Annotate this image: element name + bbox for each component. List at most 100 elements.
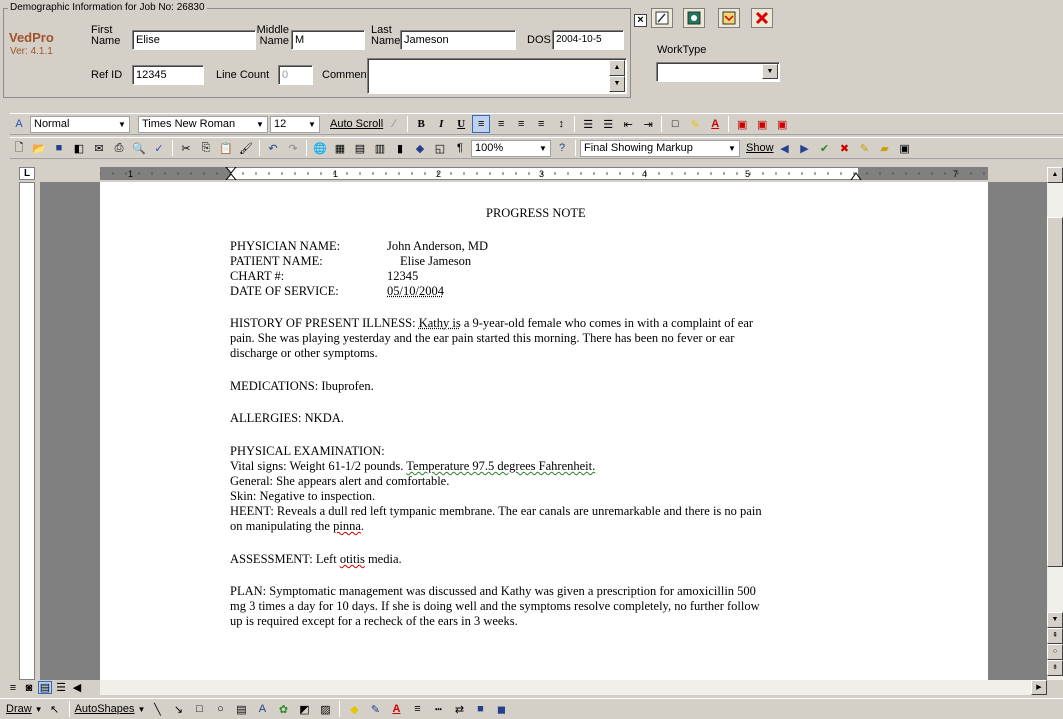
oval-icon[interactable]: ○ xyxy=(211,700,229,718)
dash-style-icon[interactable]: ┅ xyxy=(429,700,447,718)
styles-icon[interactable]: A xyxy=(10,115,28,133)
justify-icon[interactable]: ≡ xyxy=(532,115,550,133)
autoshapes-menu[interactable]: AutoShapes xyxy=(75,703,135,715)
chevron-down-icon[interactable]: ▼ xyxy=(138,705,146,714)
dos-field[interactable]: 2004-10-5 xyxy=(552,30,624,50)
accept-change-icon[interactable]: ✔ xyxy=(816,139,834,157)
scroll-thumb[interactable] xyxy=(1047,217,1063,567)
font-select[interactable]: Times New Roman ▼ xyxy=(138,115,268,133)
edit-icon[interactable] xyxy=(651,8,673,28)
track-changes-icon[interactable]: ▰ xyxy=(876,139,894,157)
underline-button[interactable]: U xyxy=(452,115,470,133)
arrow-icon[interactable]: ↘ xyxy=(169,700,187,718)
decrease-indent-icon[interactable]: ⇤ xyxy=(619,115,637,133)
align-left-icon[interactable]: ≡ xyxy=(472,115,491,133)
undo-icon[interactable]: ↶ xyxy=(264,139,282,157)
email-icon[interactable]: ✉ xyxy=(90,139,108,157)
border-icon[interactable]: □ xyxy=(666,115,684,133)
print-view-icon[interactable]: ▤ xyxy=(38,681,52,694)
textbox-icon[interactable]: ▤ xyxy=(232,700,250,718)
tab-selector[interactable]: L xyxy=(19,167,35,180)
pdf-icon[interactable]: ▣ xyxy=(733,115,751,133)
close-demographics-icon[interactable]: × xyxy=(634,14,647,27)
3d-icon[interactable]: ◼ xyxy=(492,700,510,718)
shadow-icon[interactable]: ■ xyxy=(471,700,489,718)
increase-indent-icon[interactable]: ⇥ xyxy=(639,115,657,133)
record-icon[interactable] xyxy=(683,8,705,28)
format-painter-icon[interactable]: ⁄ xyxy=(385,115,403,133)
next-page-icon[interactable]: ⇟ xyxy=(1047,660,1063,676)
scroll-up-icon[interactable]: ▲ xyxy=(1047,167,1063,183)
outline-view-icon[interactable]: ☰ xyxy=(54,681,68,694)
columns-icon[interactable]: ▮ xyxy=(391,139,409,157)
comment-icon[interactable]: ✎ xyxy=(856,139,874,157)
scroll-right-icon[interactable]: ▶ xyxy=(1031,680,1047,695)
cut-icon[interactable]: ✂ xyxy=(177,139,195,157)
font-color-icon[interactable]: A xyxy=(706,115,724,133)
hyperlink-icon[interactable]: 🌐 xyxy=(311,139,329,157)
vertical-scrollbar[interactable]: ▲ ▼ ⇞ ○ ⇟ xyxy=(1047,167,1063,680)
bold-button[interactable]: B xyxy=(412,115,430,133)
chevron-down-icon[interactable]: ▼ xyxy=(537,142,549,155)
line-color-icon[interactable]: ✎ xyxy=(366,700,384,718)
fill-color-icon[interactable]: ◆ xyxy=(345,700,363,718)
indent-marker-icon[interactable] xyxy=(225,167,237,180)
open-icon[interactable]: 📂 xyxy=(30,139,48,157)
chevron-down-icon[interactable]: ▼ xyxy=(116,118,128,131)
auto-scroll-button[interactable]: Auto Scroll xyxy=(330,118,383,130)
draw-menu[interactable]: Draw xyxy=(6,703,32,715)
comments-scroll-up-icon[interactable]: ▲ xyxy=(609,60,625,76)
chevron-down-icon[interactable]: ▼ xyxy=(35,705,43,714)
spelling-icon[interactable]: ✓ xyxy=(150,139,168,157)
style-select[interactable]: Normal ▼ xyxy=(30,115,130,133)
diagram-icon[interactable]: ✿ xyxy=(274,700,292,718)
tables-borders-icon[interactable]: ▦ xyxy=(331,139,349,157)
select-browse-object-icon[interactable]: ○ xyxy=(1047,644,1063,660)
clipart-icon[interactable]: ◩ xyxy=(295,700,313,718)
scroll-down-icon[interactable]: ▼ xyxy=(1047,612,1063,628)
comments-scroll-down-icon[interactable]: ▼ xyxy=(609,76,625,92)
bullets-icon[interactable]: ☰ xyxy=(599,115,617,133)
linecount-field[interactable]: 0 xyxy=(278,65,313,85)
font-color-icon[interactable]: A xyxy=(387,700,405,718)
close-job-icon[interactable] xyxy=(751,8,773,28)
previous-page-icon[interactable]: ⇞ xyxy=(1047,628,1063,644)
line-spacing-icon[interactable]: ↕ xyxy=(552,115,570,133)
comments-field[interactable] xyxy=(367,58,627,94)
arrow-style-icon[interactable]: ⇄ xyxy=(450,700,468,718)
horizontal-scrollbar[interactable]: ▶ xyxy=(100,680,1047,695)
print-icon[interactable]: ⎙ xyxy=(110,139,128,157)
save-icon[interactable]: ■ xyxy=(50,139,68,157)
italic-button[interactable]: I xyxy=(432,115,450,133)
wordart-icon[interactable]: A xyxy=(253,700,271,718)
print-preview-icon[interactable]: 🔍 xyxy=(130,139,148,157)
show-menu[interactable]: Show xyxy=(746,142,774,154)
redo-icon[interactable]: ↷ xyxy=(284,139,302,157)
new-document-icon[interactable]: 🗋 xyxy=(10,139,28,157)
middle-name-field[interactable]: M xyxy=(291,30,365,50)
previous-change-icon[interactable]: ◀ xyxy=(776,139,794,157)
rectangle-icon[interactable]: □ xyxy=(190,700,208,718)
chevron-down-icon[interactable]: ▼ xyxy=(254,118,266,131)
line-icon[interactable]: ╲ xyxy=(148,700,166,718)
copy-icon[interactable]: ⎘ xyxy=(197,139,215,157)
reject-change-icon[interactable]: ✖ xyxy=(836,139,854,157)
paste-icon[interactable]: 📋 xyxy=(217,139,235,157)
comments-scrollbar[interactable]: ▲ ▼ xyxy=(609,60,625,92)
pdf-review-icon[interactable]: ▣ xyxy=(773,115,791,133)
picture-icon[interactable]: ▨ xyxy=(316,700,334,718)
chevron-down-icon[interactable]: ▼ xyxy=(726,142,738,155)
worktype-dropdown-icon[interactable]: ▼ xyxy=(762,64,778,79)
chevron-down-icon[interactable]: ▼ xyxy=(306,118,318,131)
first-name-field[interactable]: Elise xyxy=(132,30,256,50)
vertical-ruler[interactable] xyxy=(19,182,35,680)
submit-icon[interactable] xyxy=(718,8,740,28)
insert-table-icon[interactable]: ▤ xyxy=(351,139,369,157)
highlight-icon[interactable]: ✎ xyxy=(686,115,704,133)
drawing-icon[interactable]: ◆ xyxy=(411,139,429,157)
pdf-email-icon[interactable]: ▣ xyxy=(753,115,771,133)
reviewing-pane-icon[interactable]: ▣ xyxy=(896,139,914,157)
permission-icon[interactable]: ◧ xyxy=(70,139,88,157)
show-hide-icon[interactable]: ¶ xyxy=(451,139,469,157)
align-center-icon[interactable]: ≡ xyxy=(492,115,510,133)
